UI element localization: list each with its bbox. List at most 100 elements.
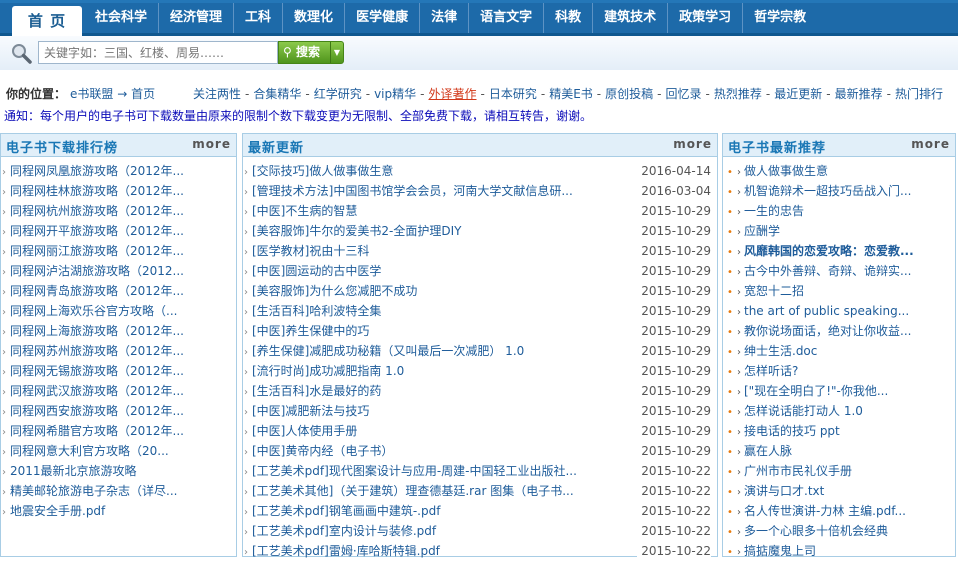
list-item[interactable]: • › ["现在全明白了!"-你我他... bbox=[723, 381, 955, 401]
nav-item[interactable]: 法律 bbox=[419, 3, 468, 33]
item-title[interactable]: [养生保健]减肥成功秘籍（又叫最后一次减肥） 1.0 bbox=[252, 344, 524, 358]
item-title[interactable]: 多一个心眼多十倍机会经典 bbox=[744, 524, 888, 538]
item-title[interactable]: [生活百科]水是最好的药 bbox=[252, 384, 381, 398]
list-item[interactable]: › 同程网上海欢乐谷官方攻略（... bbox=[1, 301, 236, 321]
list-item[interactable]: › 2011最新北京旅游攻略 bbox=[1, 461, 236, 481]
list-item[interactable]: › [工艺美术pdf]钢笔画画中建筑-.pdf 2015-10-22 bbox=[243, 501, 717, 521]
list-item[interactable]: › [中医]养生保健中的巧 2015-10-29 bbox=[243, 321, 717, 341]
list-item[interactable]: › [工艺美术pdf]室内设计与装修.pdf 2015-10-22 bbox=[243, 521, 717, 541]
item-title[interactable]: [生活百科]哈利波特全集 bbox=[252, 304, 381, 318]
list-item[interactable]: • › 多一个心眼多十倍机会经典 bbox=[723, 521, 955, 541]
ranking-more-link[interactable]: more bbox=[192, 137, 231, 151]
nav-item[interactable]: 工科 bbox=[233, 3, 282, 33]
item-title[interactable]: [中医]黄帝内经（电子书） bbox=[252, 444, 393, 458]
item-title[interactable]: 应酬学 bbox=[744, 224, 780, 238]
list-item[interactable]: › [养生保健]减肥成功秘籍（又叫最后一次减肥） 1.0 2015-10-29 bbox=[243, 341, 717, 361]
item-title[interactable]: 绅士生活.doc bbox=[744, 344, 817, 358]
quick-link[interactable]: 热门排行 bbox=[895, 87, 943, 101]
item-title[interactable]: 同程网开平旅游攻略（2012年... bbox=[10, 224, 184, 238]
list-item[interactable]: › [流行时尚]成功减肥指南 1.0 2015-10-29 bbox=[243, 361, 717, 381]
nav-tab-home[interactable]: 首 页 bbox=[12, 6, 82, 36]
list-item[interactable]: › [生活百科]水是最好的药 2015-10-29 bbox=[243, 381, 717, 401]
list-item[interactable]: › [中医]人体使用手册 2015-10-29 bbox=[243, 421, 717, 441]
item-title[interactable]: 同程网凤凰旅游攻略（2012年... bbox=[10, 164, 184, 178]
item-title[interactable]: 机智诡辩术一超技巧岳战入门... bbox=[744, 184, 911, 198]
item-title[interactable]: [中医]减肥新法与技巧 bbox=[252, 404, 369, 418]
list-item[interactable]: › 同程网西安旅游攻略（2012年... bbox=[1, 401, 236, 421]
list-item[interactable]: • › 怎样听话? bbox=[723, 361, 955, 381]
item-title[interactable]: 风靡韩国的恋爱攻略：恋爱教... bbox=[744, 244, 914, 258]
list-item[interactable]: › [交际技巧]做人做事做生意 2016-04-14 bbox=[243, 161, 717, 181]
list-item[interactable]: › [中医]不生病的智慧 2015-10-29 bbox=[243, 201, 717, 221]
quick-link[interactable]: 红学研究 bbox=[314, 87, 362, 101]
quick-link[interactable]: 回忆录 bbox=[666, 87, 702, 101]
item-title[interactable]: 名人传世演讲-力林 主编.pdf... bbox=[744, 504, 906, 518]
list-item[interactable]: › 同程网泸沽湖旅游攻略（2012... bbox=[1, 261, 236, 281]
quick-link[interactable]: 精美E书 bbox=[549, 87, 593, 101]
list-item[interactable]: › [工艺美术pdf]雷姆·库哈斯特辑.pdf 2015-10-22 bbox=[243, 541, 717, 561]
list-item[interactable]: › 同程网无锡旅游攻略（2012年... bbox=[1, 361, 236, 381]
search-input[interactable] bbox=[38, 41, 278, 64]
item-title[interactable]: 同程网泸沽湖旅游攻略（2012... bbox=[10, 264, 184, 278]
item-title[interactable]: 怎样说话能打动人 1.0 bbox=[744, 404, 863, 418]
list-item[interactable]: › [美容服饰]为什么您减肥不成功 2015-10-29 bbox=[243, 281, 717, 301]
nav-item[interactable]: 医学健康 bbox=[344, 3, 419, 33]
item-title[interactable]: [美容服饰]为什么您减肥不成功 bbox=[252, 284, 417, 298]
list-item[interactable]: › 同程网桂林旅游攻略（2012年... bbox=[1, 181, 236, 201]
item-title[interactable]: 同程网上海旅游攻略（2012年... bbox=[10, 324, 184, 338]
list-item[interactable]: • › 机智诡辩术一超技巧岳战入门... bbox=[723, 181, 955, 201]
list-item[interactable]: • › 教你说场面话，绝对让你收益... bbox=[723, 321, 955, 341]
list-item[interactable]: • › 搞掂魔鬼上司 bbox=[723, 541, 955, 561]
item-title[interactable]: 同程网意大利官方攻略（20... bbox=[10, 444, 169, 458]
list-item[interactable]: › [工艺美术其他]（关于建筑）理查德基廷.rar 图集（电子书... 2015-1… bbox=[243, 481, 717, 501]
list-item[interactable]: • › 应酬学 bbox=[723, 221, 955, 241]
item-title[interactable]: [中医]养生保健中的巧 bbox=[252, 324, 369, 338]
list-item[interactable]: › 同程网苏州旅游攻略（2012年... bbox=[1, 341, 236, 361]
quick-link[interactable]: 日本研究 bbox=[489, 87, 537, 101]
item-title[interactable]: 做人做事做生意 bbox=[744, 164, 828, 178]
list-item[interactable]: › [医学教材]祝由十三科 2015-10-29 bbox=[243, 241, 717, 261]
item-title[interactable]: [中医]人体使用手册 bbox=[252, 424, 357, 438]
nav-item[interactable]: 数理化 bbox=[282, 3, 344, 33]
item-title[interactable]: 搞掂魔鬼上司 bbox=[744, 544, 816, 558]
item-title[interactable]: 同程网杭州旅游攻略（2012年... bbox=[10, 204, 184, 218]
list-item[interactable]: • › 一生的忠告 bbox=[723, 201, 955, 221]
list-item[interactable]: › 同程网青岛旅游攻略（2012年... bbox=[1, 281, 236, 301]
nav-item[interactable]: 经济管理 bbox=[158, 3, 233, 33]
item-title[interactable]: 同程网桂林旅游攻略（2012年... bbox=[10, 184, 184, 198]
item-title[interactable]: 一生的忠告 bbox=[744, 204, 804, 218]
list-item[interactable]: › [生活百科]哈利波特全集 2015-10-29 bbox=[243, 301, 717, 321]
item-title[interactable]: 宽恕十二招 bbox=[744, 284, 804, 298]
quick-link[interactable]: 原创投稿 bbox=[605, 87, 653, 101]
item-title[interactable]: 同程网上海欢乐谷官方攻略（... bbox=[10, 304, 177, 318]
item-title[interactable]: 赢在人脉 bbox=[744, 444, 792, 458]
list-item[interactable]: › 同程网凤凰旅游攻略（2012年... bbox=[1, 161, 236, 181]
list-item[interactable]: › 同程网杭州旅游攻略（2012年... bbox=[1, 201, 236, 221]
chevron-down-icon[interactable]: ▼ bbox=[330, 42, 343, 63]
item-title[interactable]: [工艺美术pdf]雷姆·库哈斯特辑.pdf bbox=[252, 544, 440, 558]
item-title[interactable]: 2011最新北京旅游攻略 bbox=[10, 464, 137, 478]
list-item[interactable]: › 地震安全手册.pdf bbox=[1, 501, 236, 521]
breadcrumb[interactable]: e书联盟 → 首页 bbox=[70, 84, 155, 104]
list-item[interactable]: • › 名人传世演讲-力林 主编.pdf... bbox=[723, 501, 955, 521]
item-title[interactable]: [工艺美术pdf]钢笔画画中建筑-.pdf bbox=[252, 504, 440, 518]
item-title[interactable]: 同程网苏州旅游攻略（2012年... bbox=[10, 344, 184, 358]
list-item[interactable]: › [中医]圆运动的古中医学 2015-10-29 bbox=[243, 261, 717, 281]
item-title[interactable]: [流行时尚]成功减肥指南 1.0 bbox=[252, 364, 404, 378]
list-item[interactable]: • › 古今中外善辩、奇辩、诡辩实... bbox=[723, 261, 955, 281]
item-title[interactable]: [工艺美术其他]（关于建筑）理查德基廷.rar 图集（电子书... bbox=[252, 484, 574, 498]
list-item[interactable]: › [工艺美术pdf]现代图案设计与应用-周建-中国轻工业出版社... 2015-1… bbox=[243, 461, 717, 481]
nav-item[interactable]: 政策学习 bbox=[667, 3, 742, 33]
list-item[interactable]: › 精美邮轮旅游电子杂志（详尽... bbox=[1, 481, 236, 501]
item-title[interactable]: ["现在全明白了!"-你我他... bbox=[744, 384, 888, 398]
list-item[interactable]: › [中医]减肥新法与技巧 2015-10-29 bbox=[243, 401, 717, 421]
quick-link[interactable]: 最新推荐 bbox=[835, 87, 883, 101]
item-title[interactable]: the art of public speaking... bbox=[744, 304, 909, 318]
item-title[interactable]: [中医]圆运动的古中医学 bbox=[252, 264, 381, 278]
item-title[interactable]: 同程网无锡旅游攻略（2012年... bbox=[10, 364, 184, 378]
list-item[interactable]: › [管理技术方法]中国图书馆学会会员，河南大学文献信息研... 2016-03-0… bbox=[243, 181, 717, 201]
list-item[interactable]: › 同程网上海旅游攻略（2012年... bbox=[1, 321, 236, 341]
nav-item[interactable]: 建筑技术 bbox=[592, 3, 667, 33]
item-title[interactable]: 同程网青岛旅游攻略（2012年... bbox=[10, 284, 184, 298]
list-item[interactable]: › [中医]黄帝内经（电子书） 2015-10-29 bbox=[243, 441, 717, 461]
